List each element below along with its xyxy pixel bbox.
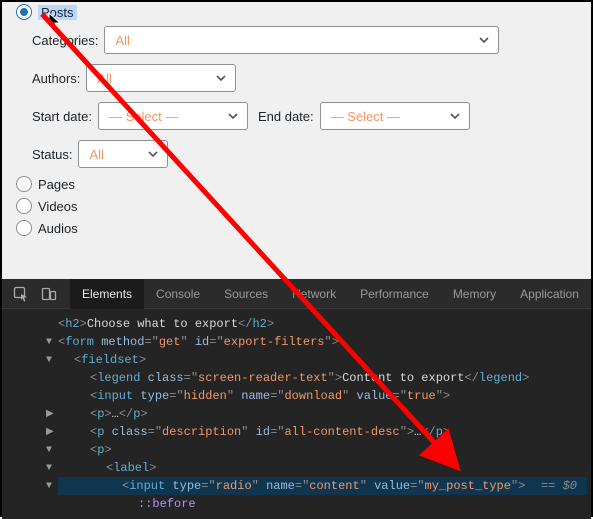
dom-line[interactable]: <input type="hidden" name="download" val… [58,387,587,405]
dom-attr-value: all-content-desc [284,425,399,439]
dom-attr-value: download [284,389,342,403]
dom-text: … [112,407,119,421]
chevron-down-icon [147,148,159,160]
dom-line-selected[interactable]: ▼<input type="radio" name="content" valu… [58,477,587,495]
dom-tree[interactable]: <h2>Choose what to export</h2> ▼<form me… [2,309,591,517]
export-form-panel: Posts Categories: All Authors: All Start… [2,2,591,279]
field-categories: Categories: All [32,26,581,54]
dom-attr-value: description [162,425,241,439]
radio-pages-label: Pages [38,177,75,192]
dom-line[interactable]: <h2>Choose what to export</h2> [58,315,587,333]
dom-attr-value: radio [216,479,252,493]
inspect-icon[interactable] [8,281,34,307]
tab-console[interactable]: Console [144,279,212,309]
authors-value: All [97,71,111,86]
tab-application[interactable]: Application [508,279,591,309]
dom-line[interactable]: ▶<p>…</p> [58,405,587,423]
tab-sources[interactable]: Sources [212,279,280,309]
status-value: All [89,147,103,162]
enddate-label: End date: [258,109,314,124]
categories-select[interactable]: All [104,26,499,54]
startdate-select[interactable]: — Select — [98,102,248,130]
devtools-toolbar: Elements Console Sources Network Perform… [2,279,591,309]
tab-memory[interactable]: Memory [441,279,508,309]
authors-label: Authors: [32,71,80,86]
dom-attr-value: export-filters [224,335,325,349]
enddate-select[interactable]: — Select — [320,102,470,130]
startdate-value: — Select — [109,109,178,124]
field-authors: Authors: All [32,64,581,92]
dom-text: Content to export [342,371,464,385]
status-select[interactable]: All [78,140,168,168]
dom-line[interactable]: ▼<fieldset> [58,351,587,369]
dom-attr-value: screen-reader-text [198,371,328,385]
radio-pages[interactable] [16,176,32,192]
chevron-down-icon [449,110,461,122]
radio-videos-label: Videos [38,199,78,214]
dom-attr-value: get [159,335,181,349]
radio-audios[interactable] [16,220,32,236]
field-dates: Start date: — Select — End date: — Selec… [32,102,581,130]
chevron-down-icon [478,34,490,46]
tab-performance[interactable]: Performance [348,279,441,309]
radio-posts-label: Posts [38,5,77,20]
chevron-down-icon [215,72,227,84]
tab-network[interactable]: Network [280,279,348,309]
device-toggle-icon[interactable] [36,281,62,307]
devtools-tabs: Elements Console Sources Network Perform… [70,279,591,309]
dom-attr-value: my_post_type [425,479,511,493]
dom-attr-value: true [407,389,436,403]
startdate-label: Start date: [32,109,92,124]
radio-row-posts: Posts [16,4,581,20]
dom-line[interactable]: <legend class="screen-reader-text">Conte… [58,369,587,387]
dom-line[interactable]: ::before [58,495,587,513]
radio-row-pages: Pages [16,176,581,192]
dom-line[interactable]: ▼<label> [58,459,587,477]
radio-row-audios: Audios [16,220,581,236]
devtools-panel: Elements Console Sources Network Perform… [2,279,591,519]
authors-select[interactable]: All [86,64,236,92]
radio-posts[interactable] [16,4,32,20]
dom-line[interactable]: ▼<p> [58,441,587,459]
chevron-down-icon [227,110,239,122]
tab-elements[interactable]: Elements [70,279,144,309]
radio-row-videos: Videos [16,198,581,214]
radio-audios-label: Audios [38,221,78,236]
enddate-value: — Select — [331,109,400,124]
radio-videos[interactable] [16,198,32,214]
dom-attr-value: content [309,479,359,493]
status-label: Status: [32,147,72,162]
field-status: Status: All [32,140,581,168]
dom-line[interactable]: ▼<form method="get" id="export-filters"> [58,333,587,351]
dom-text: Choose what to export [87,317,238,331]
categories-value: All [115,33,129,48]
dom-line[interactable]: ▶<p class="description" id="all-content-… [58,423,587,441]
dom-eq-dollar: == $0 [541,477,577,495]
posts-subfilters: Categories: All Authors: All Start date:… [32,26,581,168]
dom-pseudo: ::before [138,497,196,511]
categories-label: Categories: [32,33,98,48]
